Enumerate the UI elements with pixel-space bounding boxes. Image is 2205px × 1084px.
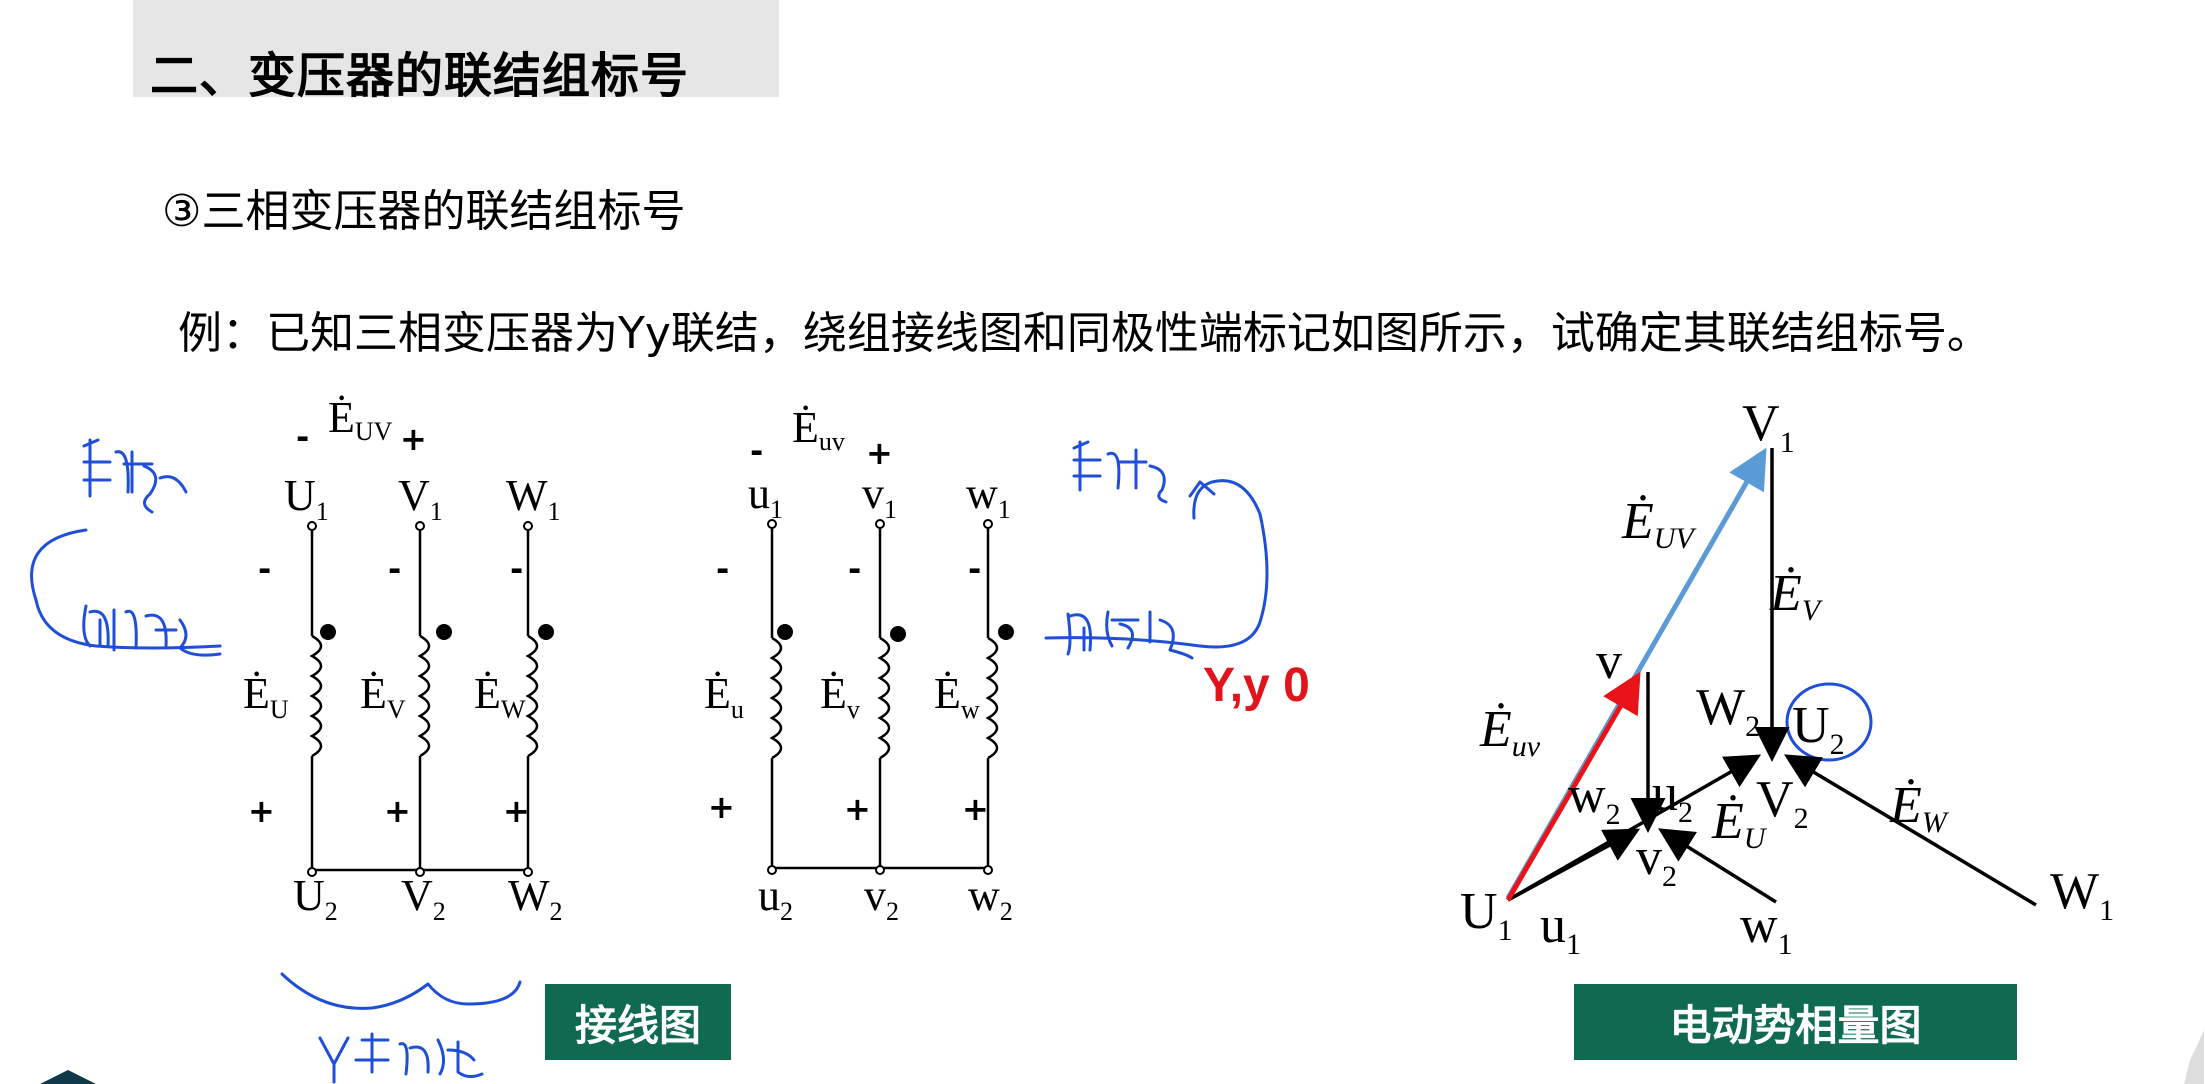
logo-corner-icon (40, 1030, 2204, 1084)
